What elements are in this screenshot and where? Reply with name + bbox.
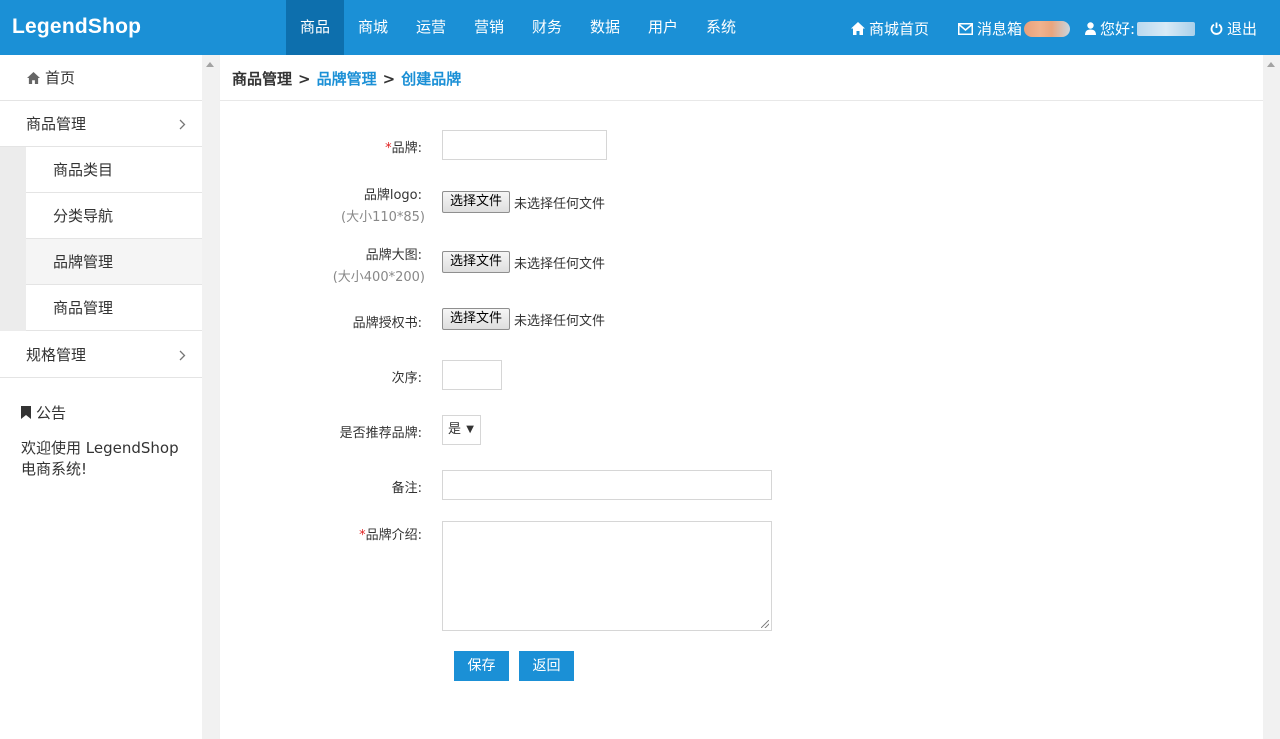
nav-item-goods[interactable]: 商品 xyxy=(286,0,344,55)
breadcrumb-separator: > xyxy=(382,70,396,88)
sidebar-sub-item-category-nav[interactable]: 分类导航 xyxy=(0,193,202,239)
sidebar-item-goods-management[interactable]: 商品管理 xyxy=(0,101,202,147)
brand-authorization-file-status: 未选择任何文件 xyxy=(514,313,606,329)
main-content: 商品管理 > 品牌管理 > 创建品牌 *品牌: 品牌logo: (大小110*85) 选… xyxy=(220,55,1263,739)
brand-intro-label-text: 品牌介绍: xyxy=(365,528,422,543)
brand-logo-hint: (大小110*85) xyxy=(341,210,425,225)
nav-item-operation[interactable]: 运营 xyxy=(402,0,460,55)
notice-title-label: 公告 xyxy=(36,404,67,422)
home-icon xyxy=(27,72,40,84)
resize-grip-icon[interactable] xyxy=(761,620,769,628)
breadcrumb: 商品管理 > 品牌管理 > 创建品牌 xyxy=(220,55,1263,101)
brand-intro-label: *品牌介绍: xyxy=(359,524,422,543)
envelope-icon xyxy=(958,22,973,35)
back-button[interactable]: 返回 xyxy=(519,651,574,681)
brand-big-image-file-status: 未选择任何文件 xyxy=(514,256,606,272)
sidebar-sub-item-brand-management[interactable]: 品牌管理 xyxy=(0,239,202,285)
brand-authorization-file-picker: 选择文件 未选择任何文件 xyxy=(442,308,605,330)
remark-label: 备注: xyxy=(391,481,422,496)
brand-big-image-choose-file-button[interactable]: 选择文件 xyxy=(442,251,511,273)
save-button[interactable]: 保存 xyxy=(454,651,509,681)
main-nav: 商品 商城 运营 营销 财务 数据 用户 系统 xyxy=(286,0,750,55)
user-icon xyxy=(1085,22,1096,35)
nav-item-marketing[interactable]: 营销 xyxy=(460,0,518,55)
order-input[interactable] xyxy=(442,360,502,390)
sidebar-scrollbar[interactable] xyxy=(202,55,219,739)
sidebar: 首页 商品管理 商品类目 分类导航 品牌管理 商品管理 规格管理 公告 欢迎使用… xyxy=(0,55,202,739)
brand-logo-file-picker: 选择文件 未选择任何文件 xyxy=(442,191,605,213)
sidebar-item-home[interactable]: 首页 xyxy=(0,55,202,101)
brand-logo-choose-file-button[interactable]: 选择文件 xyxy=(442,191,511,213)
shop-home-label: 商城首页 xyxy=(869,20,930,38)
nav-item-users[interactable]: 用户 xyxy=(634,0,692,55)
nav-item-system[interactable]: 系统 xyxy=(692,0,750,55)
recommend-select[interactable]: 是 ▼ xyxy=(442,415,481,445)
sidebar-item-home-label: 首页 xyxy=(45,69,76,87)
order-label: 次序: xyxy=(391,371,422,386)
nav-item-mall[interactable]: 商城 xyxy=(344,0,402,55)
sidebar-sub-item-label: 品牌管理 xyxy=(53,253,114,271)
breadcrumb-brand-management[interactable]: 品牌管理 xyxy=(317,70,377,88)
brand-big-image-label: 品牌大图: xyxy=(365,248,422,263)
brand-authorization-label: 品牌授权书: xyxy=(352,316,422,331)
sidebar-item-label: 规格管理 xyxy=(26,346,87,364)
shop-home-link[interactable]: 商城首页 xyxy=(851,18,929,39)
brand-name-label-text: 品牌: xyxy=(391,141,422,156)
message-count-badge xyxy=(1024,20,1071,37)
notice-text: 欢迎使用 LegendShop 电商系统! xyxy=(21,439,179,478)
breadcrumb-separator: > xyxy=(298,70,311,88)
recommend-select-value: 是 xyxy=(448,422,462,437)
notice-title: 公告 xyxy=(21,402,66,423)
logo[interactable]: LegendShop xyxy=(12,15,141,39)
brand-big-image-hint: (大小400*200) xyxy=(332,270,425,285)
nav-item-finance[interactable]: 财务 xyxy=(518,0,576,55)
sidebar-sub-item-category[interactable]: 商品类目 xyxy=(0,147,202,193)
breadcrumb-create-brand[interactable]: 创建品牌 xyxy=(401,70,461,88)
chevron-right-icon xyxy=(179,332,186,379)
username-redacted xyxy=(1137,21,1196,36)
bookmark-icon xyxy=(21,406,31,419)
user-greeting[interactable]: 您好: xyxy=(1085,18,1196,39)
brand-name-input[interactable] xyxy=(442,130,607,160)
messages-link[interactable]: 消息箱 xyxy=(958,18,1071,39)
power-icon xyxy=(1210,22,1223,35)
home-icon xyxy=(851,22,865,35)
recommend-label: 是否推荐品牌: xyxy=(339,426,422,441)
sidebar-sub-item-label: 商品管理 xyxy=(53,299,114,317)
dropdown-caret-icon: ▼ xyxy=(466,424,474,435)
sidebar-sub-item-label: 商品类目 xyxy=(53,161,114,179)
brand-authorization-choose-file-button[interactable]: 选择文件 xyxy=(442,308,511,330)
brand-big-image-file-picker: 选择文件 未选择任何文件 xyxy=(442,251,605,273)
nav-item-data[interactable]: 数据 xyxy=(576,0,634,55)
logout-link[interactable]: 退出 xyxy=(1210,18,1257,39)
greeting-label: 您好: xyxy=(1100,20,1136,38)
brand-logo-file-status: 未选择任何文件 xyxy=(514,196,606,212)
brand-logo-label: 品牌logo: xyxy=(363,188,422,203)
messages-label: 消息箱 xyxy=(977,20,1023,38)
top-bar: LegendShop 商品 商城 运营 营销 财务 数据 用户 系统 商城首页 … xyxy=(0,0,1280,55)
sidebar-sub-item-label: 分类导航 xyxy=(53,207,114,225)
brand-name-label: *品牌: xyxy=(385,137,422,156)
brand-intro-textarea[interactable] xyxy=(442,521,772,631)
sidebar-item-label: 商品管理 xyxy=(26,115,87,133)
sidebar-sub-item-goods-management[interactable]: 商品管理 xyxy=(0,285,202,331)
breadcrumb-root: 商品管理 xyxy=(232,70,293,88)
scroll-up-arrow-icon[interactable] xyxy=(1267,62,1275,67)
logout-label: 退出 xyxy=(1227,20,1258,38)
remark-input[interactable] xyxy=(442,470,772,500)
chevron-right-icon xyxy=(179,101,186,148)
sidebar-item-spec-management[interactable]: 规格管理 xyxy=(0,332,202,378)
main-scrollbar[interactable] xyxy=(1263,55,1280,739)
scroll-up-arrow-icon[interactable] xyxy=(206,62,214,67)
